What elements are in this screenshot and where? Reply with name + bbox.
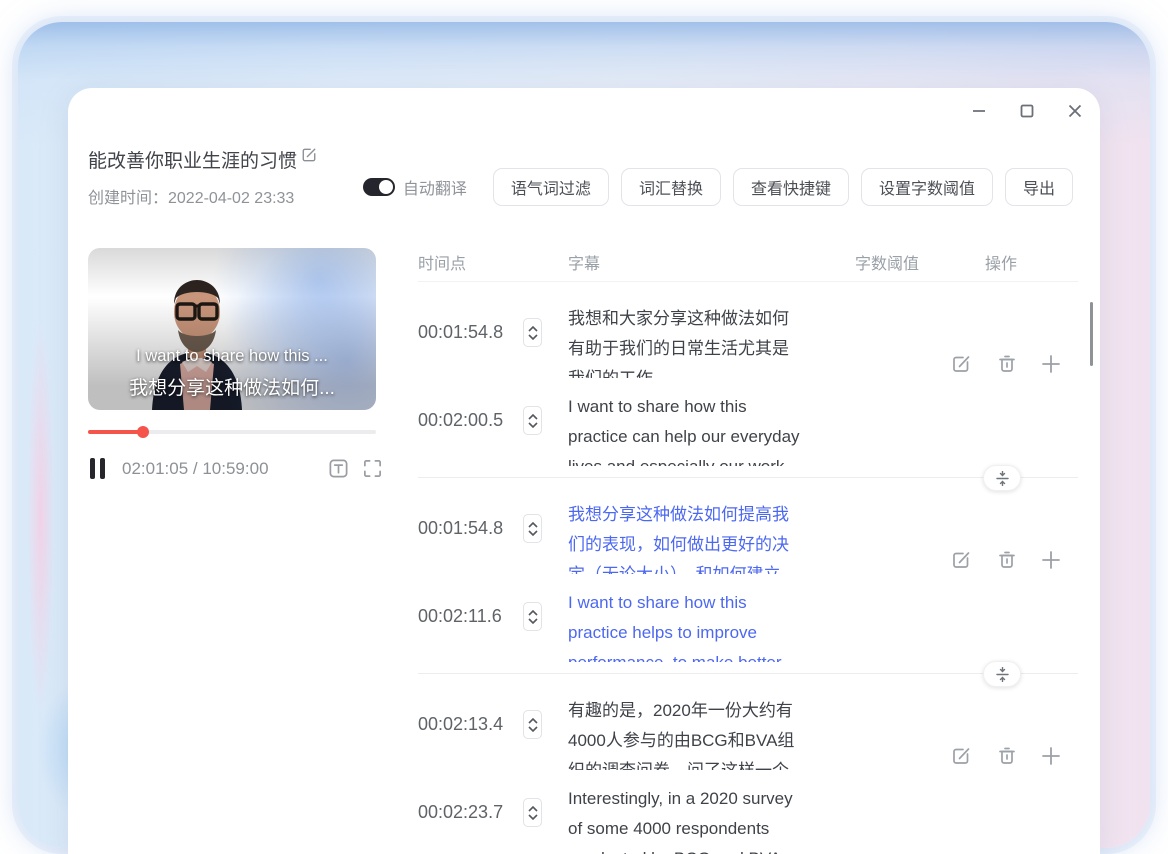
chevron-down-icon [528, 726, 538, 732]
scrollbar-thumb[interactable] [1090, 302, 1093, 366]
timestamp-en: 00:02:23.7 [418, 802, 518, 823]
merge-rows-button[interactable] [983, 465, 1021, 491]
chevron-up-icon [528, 718, 538, 724]
delete-subtitle-button[interactable] [996, 549, 1018, 574]
plus-icon [1040, 745, 1062, 767]
delete-subtitle-button[interactable] [996, 745, 1018, 770]
view-shortcuts-button[interactable]: 查看快捷键 [733, 168, 849, 206]
plus-icon [1040, 353, 1062, 375]
close-icon [1067, 103, 1083, 119]
timestamp-zh: 00:01:54.8 [418, 518, 518, 539]
plus-icon [1040, 549, 1062, 571]
edit-subtitle-button[interactable] [950, 745, 972, 770]
time-stepper[interactable] [523, 406, 542, 435]
maximize-button[interactable] [1016, 100, 1038, 122]
timestamp-zh: 00:01:54.8 [418, 322, 518, 343]
time-stepper[interactable] [523, 798, 542, 827]
overlay-subtitles: I want to share how this ... 我想分享这种做法如何.… [88, 347, 376, 400]
subtitle-text-en[interactable]: I want to share how this practice can he… [568, 392, 860, 466]
chevron-down-icon [528, 814, 538, 820]
auto-translate-label: 自动翻译 [403, 175, 467, 199]
maximize-icon [1019, 103, 1035, 119]
subtitle-text-en[interactable]: I want to share how this practice helps … [568, 588, 860, 662]
vocab-replace-button[interactable]: 词汇替换 [621, 168, 721, 206]
edit-pencil-icon [950, 745, 972, 767]
edit-title-button[interactable] [300, 146, 318, 167]
subtitle-group: 00:02:13.4 有趣的是，2020年一份大约有 4000人参与的由BCG和… [68, 674, 1100, 854]
window-controls [968, 100, 1086, 122]
subtitle-text-zh[interactable]: 我想和大家分享这种做法如何 有助于我们的日常生活尤其是 我们的工作 [568, 304, 860, 378]
timestamp-en: 00:02:11.6 [418, 606, 518, 627]
add-subtitle-button[interactable] [1040, 745, 1062, 770]
subtitle-text-en[interactable]: Interestingly, in a 2020 survey of some … [568, 784, 860, 854]
timestamp-en: 00:02:00.5 [418, 410, 518, 431]
chevron-down-icon [528, 334, 538, 340]
time-stepper[interactable] [523, 514, 542, 543]
chevron-up-icon [528, 414, 538, 420]
edit-subtitle-button[interactable] [950, 549, 972, 574]
edit-pencil-icon [950, 353, 972, 375]
trash-icon [996, 745, 1018, 767]
close-button[interactable] [1064, 100, 1086, 122]
minimize-icon [971, 103, 987, 119]
auto-translate-group: 自动翻译 [363, 175, 467, 199]
subtitle-text-zh[interactable]: 我想分享这种做法如何提高我 们的表现，如何做出更好的决 定（无论大小），和如何建… [568, 500, 860, 574]
chevron-down-icon [528, 530, 538, 536]
column-header-threshold: 字数阈值 [855, 250, 919, 274]
chevron-up-icon [528, 806, 538, 812]
add-subtitle-button[interactable] [1040, 353, 1062, 378]
toolbar: 自动翻译 语气词过滤 词汇替换 查看快捷键 设置字数阈值 导出 [363, 168, 1073, 206]
app-window: 能改善你职业生涯的习惯 创建时间：2022-04-02 23:33 自动翻译 语… [68, 88, 1100, 854]
chevron-down-icon [528, 618, 538, 624]
chevron-down-icon [528, 422, 538, 428]
column-header-subtitle: 字幕 [568, 250, 600, 274]
overlay-subtitle-zh: 我想分享这种做法如何... [88, 373, 376, 400]
created-time: 创建时间：2022-04-02 23:33 [88, 184, 294, 208]
column-header-actions: 操作 [985, 250, 1017, 274]
merge-rows-icon [996, 471, 1009, 486]
timestamp-zh: 00:02:13.4 [418, 714, 518, 735]
add-subtitle-button[interactable] [1040, 549, 1062, 574]
subtitle-group: 00:01:54.8 我想分享这种做法如何提高我 们的表现，如何做出更好的决 定… [68, 478, 1100, 674]
chevron-up-icon [528, 326, 538, 332]
merge-rows-icon [996, 667, 1009, 682]
minimize-button[interactable] [968, 100, 990, 122]
toggle-knob [379, 180, 393, 194]
filler-word-filter-button[interactable]: 语气词过滤 [493, 168, 609, 206]
video-title: 能改善你职业生涯的习惯 [88, 146, 297, 173]
time-stepper[interactable] [523, 710, 542, 739]
edit-subtitle-button[interactable] [950, 353, 972, 378]
edit-icon [300, 146, 318, 164]
edit-pencil-icon [950, 549, 972, 571]
chevron-up-icon [528, 522, 538, 528]
merge-rows-button[interactable] [983, 661, 1021, 687]
trash-icon [996, 353, 1018, 375]
auto-translate-toggle[interactable] [363, 178, 395, 196]
trash-icon [996, 549, 1018, 571]
overlay-subtitle-en: I want to share how this ... [88, 347, 376, 366]
time-stepper[interactable] [523, 602, 542, 631]
chevron-up-icon [528, 610, 538, 616]
word-threshold-button[interactable]: 设置字数阈值 [861, 168, 993, 206]
export-button[interactable]: 导出 [1005, 168, 1073, 206]
time-stepper[interactable] [523, 318, 542, 347]
delete-subtitle-button[interactable] [996, 353, 1018, 378]
subtitle-text-zh[interactable]: 有趣的是，2020年一份大约有 4000人参与的由BCG和BVA组 织的调查问卷… [568, 696, 860, 770]
column-header-time: 时间点 [418, 250, 466, 274]
